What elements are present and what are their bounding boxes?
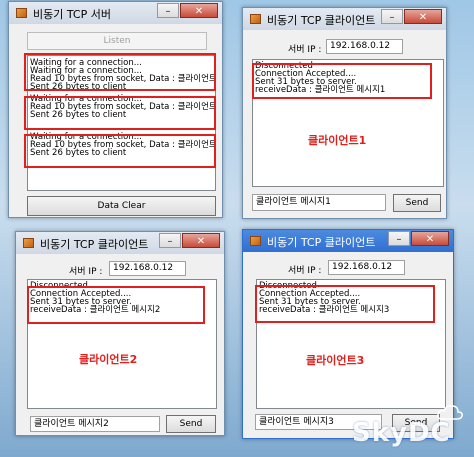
client2-title: 비동기 TCP 클라이언트 bbox=[40, 238, 149, 251]
client2-window: 비동기 TCP 클라이언트 – ✕ 서버 IP : 192.168.0.12 D… bbox=[15, 231, 225, 436]
client2-titlebar[interactable]: 비동기 TCP 클라이언트 – ✕ bbox=[16, 232, 224, 254]
client1-body: 서버 IP : 192.168.0.12 Disconnected Connec… bbox=[246, 30, 444, 215]
message-input[interactable]: 클라이언트 메시지2 bbox=[30, 416, 160, 432]
app-icon bbox=[16, 8, 27, 18]
highlight-box bbox=[24, 96, 216, 130]
app-icon bbox=[250, 14, 261, 24]
client3-titlebar[interactable]: 비동기 TCP 클라이언트 – ✕ bbox=[243, 230, 453, 252]
server-ip-label: 서버 IP : bbox=[69, 267, 103, 277]
minimize-button[interactable]: – bbox=[157, 3, 179, 18]
close-button[interactable]: ✕ bbox=[411, 231, 449, 246]
close-button[interactable]: ✕ bbox=[180, 3, 218, 18]
highlight-box bbox=[24, 134, 216, 168]
highlight-box bbox=[27, 286, 205, 324]
listen-button[interactable]: Listen bbox=[27, 32, 207, 50]
app-icon bbox=[250, 236, 261, 246]
server-ip-input[interactable]: 192.168.0.12 bbox=[109, 261, 186, 276]
minimize-button[interactable]: – bbox=[381, 9, 403, 24]
client3-body: 서버 IP : 192.168.0.12 Disconnected Connec… bbox=[246, 252, 450, 435]
close-button[interactable]: ✕ bbox=[182, 233, 220, 248]
highlight-box bbox=[24, 53, 216, 91]
minimize-button[interactable]: – bbox=[388, 231, 410, 246]
server-ip-label: 서버 IP : bbox=[288, 45, 322, 55]
send-button[interactable]: Send bbox=[393, 194, 441, 212]
server-ip-label: 서버 IP : bbox=[288, 266, 322, 276]
app-icon bbox=[23, 238, 34, 248]
client1-titlebar[interactable]: 비동기 TCP 클라이언트 – ✕ bbox=[243, 8, 446, 30]
client1-window: 비동기 TCP 클라이언트 – ✕ 서버 IP : 192.168.0.12 D… bbox=[242, 7, 447, 219]
server-ip-input[interactable]: 192.168.0.12 bbox=[326, 39, 403, 54]
send-button[interactable]: Send bbox=[166, 415, 216, 433]
client1-title: 비동기 TCP 클라이언트 bbox=[267, 14, 376, 27]
minimize-button[interactable]: – bbox=[159, 233, 181, 248]
server-title: 비동기 TCP 서버 bbox=[33, 8, 111, 21]
client2-body: 서버 IP : 192.168.0.12 Disconnected Connec… bbox=[19, 254, 221, 433]
client1-caption: 클라이언트1 bbox=[308, 134, 367, 147]
data-clear-button[interactable]: Data Clear bbox=[27, 196, 216, 216]
highlight-box bbox=[252, 63, 432, 99]
client3-title: 비동기 TCP 클라이언트 bbox=[267, 236, 376, 249]
close-button[interactable]: ✕ bbox=[404, 9, 442, 24]
message-input[interactable]: 클라이언트 메시지1 bbox=[252, 194, 386, 211]
highlight-box bbox=[255, 285, 435, 323]
client2-caption: 클라이언트2 bbox=[79, 353, 138, 366]
watermark-logo: SkyDC bbox=[352, 418, 451, 448]
server-ip-input[interactable]: 192.168.0.12 bbox=[328, 260, 405, 275]
client3-caption: 클라이언트3 bbox=[306, 354, 365, 367]
client3-window: 비동기 TCP 클라이언트 – ✕ 서버 IP : 192.168.0.12 D… bbox=[242, 229, 454, 439]
server-titlebar[interactable]: 비동기 TCP 서버 – ✕ bbox=[9, 2, 222, 24]
